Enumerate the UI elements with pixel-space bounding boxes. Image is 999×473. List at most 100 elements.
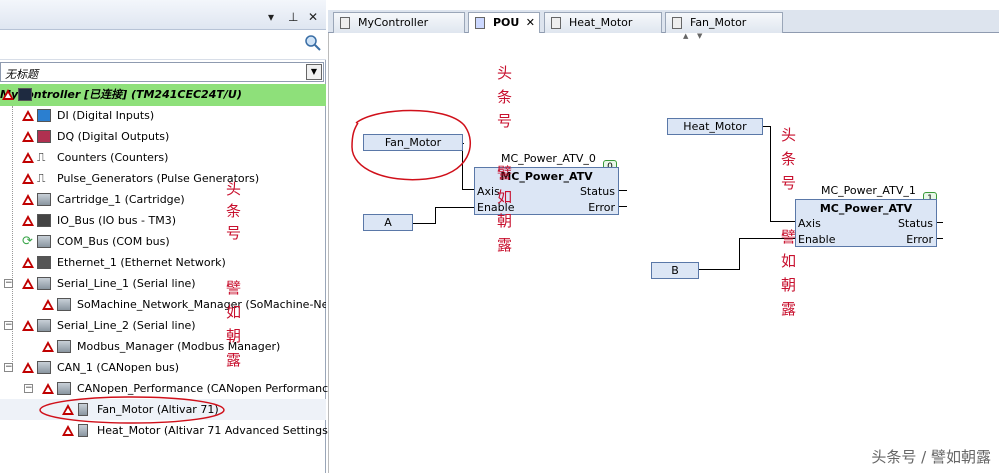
tab-heat-motor[interactable]: Heat_Motor	[544, 12, 662, 33]
tree-root-controller[interactable]: MyController [已连接] (TM241CEC24T/U)	[0, 84, 326, 106]
serial-icon	[37, 319, 51, 332]
cfc-editor-canvas[interactable]: ▲ ▼ Fan_Motor Heat_Motor A B MC_Power_AT…	[328, 32, 999, 473]
close-tab-icon[interactable]: ✕	[526, 13, 535, 32]
scroll-down-icon[interactable]: ▼	[697, 32, 702, 40]
wire	[619, 190, 627, 191]
search-icon[interactable]	[304, 34, 322, 52]
warning-triangle-icon	[42, 299, 54, 310]
pin-icon[interactable]: ⊥	[288, 10, 298, 24]
com-bus-icon	[37, 235, 51, 248]
project-selector-value: 无标题	[5, 68, 38, 81]
tree-item-serial-line-1[interactable]: − Serial_Line_1 (Serial line)	[0, 273, 326, 294]
close-icon[interactable]: ✕	[308, 10, 318, 24]
fb-input-axis[interactable]: Axis	[798, 217, 821, 230]
manager-icon	[57, 340, 71, 353]
tab-fan-motor[interactable]: Fan_Motor	[665, 12, 783, 33]
serial-icon	[37, 277, 51, 290]
fb-output-error[interactable]: Error	[588, 201, 615, 214]
tree-item-label: COM_Bus (COM bus)	[57, 235, 170, 248]
warning-triangle-icon	[2, 89, 14, 100]
tree-item-com-bus[interactable]: ⟳ COM_Bus (COM bus)	[0, 231, 326, 252]
collapse-icon[interactable]: −	[24, 384, 33, 393]
tree-item-label: Counters (Counters)	[57, 151, 169, 164]
wire	[770, 126, 771, 222]
chevron-down-icon[interactable]: ▼	[306, 64, 322, 80]
devices-tree-panel: ▾ ⊥ ✕ 无标题 ▼ MyController [已连接] (TM241CEC…	[0, 0, 339, 473]
collapse-icon[interactable]: −	[4, 363, 13, 372]
tab-pou[interactable]: POU ✕	[468, 12, 540, 34]
tree-item-dq[interactable]: DQ (Digital Outputs)	[0, 126, 326, 147]
wire	[937, 222, 943, 223]
annotation-text: 头条号	[781, 126, 797, 192]
variable-a[interactable]: A	[363, 214, 413, 231]
tree-item-label: DQ (Digital Outputs)	[57, 130, 170, 143]
dropdown-arrow-icon[interactable]: ▾	[268, 10, 274, 24]
tree-item-cartridge[interactable]: Cartridge_1 (Cartridge)	[0, 189, 326, 210]
fb-output-status[interactable]: Status	[898, 217, 933, 230]
fb-output-error[interactable]: Error	[906, 233, 933, 246]
warning-triangle-icon	[62, 425, 74, 436]
tree-item-label: Modbus_Manager (Modbus Manager)	[77, 340, 281, 353]
fb-instance-name[interactable]: MC_Power_ATV_0	[501, 152, 596, 165]
warning-triangle-icon	[22, 194, 34, 205]
watermark: 头条号 / 譬如朝露	[871, 448, 991, 466]
tree-item-label: Serial_Line_2 (Serial line)	[57, 319, 196, 332]
tab-label: MyController	[358, 16, 429, 29]
warning-triangle-icon	[22, 215, 34, 226]
pulse-icon: ⎍	[37, 150, 46, 164]
pulse-icon: ⎍	[37, 171, 46, 185]
fb-input-enable[interactable]: Enable	[798, 233, 835, 246]
tree-item-label: SoMachine_Network_Manager (SoMachine-Net…	[77, 298, 326, 311]
scroll-up-icon[interactable]: ▲	[683, 32, 688, 40]
annotation-text: 譬如朝露	[226, 279, 242, 369]
tab-label: Heat_Motor	[569, 16, 633, 29]
tab-mycontroller[interactable]: MyController	[333, 12, 465, 33]
tree-item-serial-line-2[interactable]: − Serial_Line_2 (Serial line)	[0, 315, 326, 336]
tree-root-label: MyController [已连接] (TM241CEC24T/U)	[0, 88, 242, 101]
collapse-icon[interactable]: −	[4, 279, 13, 288]
panel-titlebar: ▾ ⊥ ✕	[0, 0, 326, 30]
annotation-text: 譬如朝露	[781, 228, 797, 318]
warning-triangle-icon	[22, 278, 34, 289]
fb-instance-name[interactable]: MC_Power_ATV_1	[821, 184, 916, 197]
variable-b[interactable]: B	[651, 262, 699, 279]
tree-item-ethernet[interactable]: Ethernet_1 (Ethernet Network)	[0, 252, 326, 273]
function-block-mc-power-atv-0[interactable]: MC_Power_ATV Axis Enable Status Error	[474, 167, 619, 215]
annotation-text: 头条号	[497, 64, 513, 130]
annotation-ellipse	[39, 396, 225, 424]
tree-item-label: DI (Digital Inputs)	[57, 109, 155, 122]
warning-triangle-icon	[22, 257, 34, 268]
annotation-ellipse	[351, 109, 472, 181]
wire	[435, 207, 436, 224]
project-selector[interactable]: 无标题 ▼	[0, 62, 324, 82]
collapse-icon[interactable]: −	[4, 321, 13, 330]
warning-triangle-icon	[22, 173, 34, 184]
warning-triangle-icon	[22, 320, 34, 331]
warning-triangle-icon	[22, 110, 34, 121]
tree-item-label: Serial_Line_1 (Serial line)	[57, 277, 196, 290]
annotation-text: 譬如朝露	[497, 164, 513, 254]
controller-icon	[18, 88, 32, 101]
fb-output-status[interactable]: Status	[580, 185, 615, 198]
wire	[435, 207, 475, 208]
warning-triangle-icon	[42, 341, 54, 352]
tree-item-label: IO_Bus (IO bus - TM3)	[57, 214, 176, 227]
refresh-icon: ⟳	[22, 234, 33, 249]
tree-item-counters[interactable]: ⎍ Counters (Counters)	[0, 147, 326, 168]
function-block-mc-power-atv-1[interactable]: MC_Power_ATV Axis Enable Status Error	[795, 199, 937, 247]
tree-item-di[interactable]: DI (Digital Inputs)	[0, 105, 326, 126]
tab-label: Fan_Motor	[690, 16, 747, 29]
variable-heat-motor[interactable]: Heat_Motor	[667, 118, 763, 135]
editor-tabbar: MyController POU ✕ Heat_Motor Fan_Motor	[328, 10, 999, 34]
tree-item-modbus-manager[interactable]: Modbus_Manager (Modbus Manager)	[0, 336, 326, 357]
wire	[739, 238, 740, 270]
ethernet-icon	[37, 256, 51, 269]
tree-item-can-1[interactable]: − CAN_1 (CANopen bus)	[0, 357, 326, 378]
tree-item-label: Ethernet_1 (Ethernet Network)	[57, 256, 226, 269]
tree-item-pulse-generators[interactable]: ⎍ Pulse_Generators (Pulse Generators)	[0, 168, 326, 189]
tree-search[interactable]	[0, 30, 326, 60]
tree-item-io-bus[interactable]: IO_Bus (IO bus - TM3)	[0, 210, 326, 231]
wire	[462, 189, 474, 190]
wire	[699, 269, 739, 270]
tree-item-somachine-network-manager[interactable]: SoMachine_Network_Manager (SoMachine-Net…	[0, 294, 326, 315]
